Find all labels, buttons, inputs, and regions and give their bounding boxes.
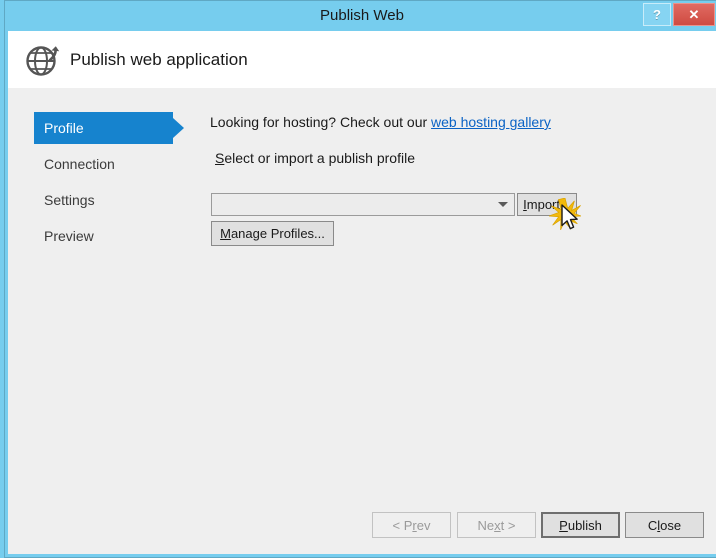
sidebar-item-profile[interactable]: Profile [8, 112, 198, 144]
close-dialog-button[interactable]: Cl ose [625, 512, 704, 538]
close-dialog-pre: C [647, 517, 658, 533]
chevron-right-icon [173, 118, 184, 138]
next-button-pre: Ne [477, 517, 495, 533]
title-bar[interactable]: Publish Web ? ✕ [4, 0, 716, 31]
sidebar-item-label: Preview [44, 228, 94, 244]
hosting-prompt: Looking for hosting? Check out our web h… [210, 114, 551, 130]
next-button-post: t > [500, 517, 516, 533]
publish-button-accel: P [559, 517, 568, 533]
globe-upload-icon [23, 39, 65, 81]
window-title: Publish Web [320, 7, 404, 24]
title-bar-buttons: ? ✕ [643, 3, 715, 26]
sidebar-item-preview[interactable]: Preview [8, 220, 198, 252]
publish-web-dialog: Publish Web ? ✕ Publish web application [0, 0, 716, 558]
select-profile-label-rest: elect or import a publish profile [224, 150, 415, 166]
wizard-nav: Profile Connection Settings Preview [8, 112, 198, 256]
close-window-button[interactable]: ✕ [673, 3, 715, 26]
sidebar-item-label: Connection [44, 156, 115, 172]
manage-profiles-button[interactable]: Manage Profiles... [211, 221, 334, 246]
manage-profiles-accel: M [220, 226, 231, 241]
dialog-footer: < Pr ev Ne x t > Publish Cl ose [8, 512, 716, 538]
prev-button[interactable]: < Pr ev [372, 512, 451, 538]
manage-profiles-label: anage Profiles... [230, 226, 325, 241]
hosting-prompt-text: Looking for hosting? Check out our [210, 114, 432, 130]
chevron-down-icon[interactable] [498, 202, 508, 207]
page-title: Publish web application [70, 50, 248, 69]
next-button[interactable]: Ne x t > [457, 512, 536, 538]
dialog-header: Publish web application [8, 31, 716, 88]
sidebar-item-label: Settings [44, 192, 95, 208]
help-icon-button[interactable]: ? [643, 3, 671, 26]
select-profile-label: Select or import a publish profile [215, 150, 415, 166]
close-dialog-post: ose [660, 517, 682, 533]
select-profile-label-accel: S [215, 150, 225, 166]
dialog-body: Profile Connection Settings Preview Look… [8, 88, 716, 554]
sidebar-item-connection[interactable]: Connection [8, 148, 198, 180]
import-button[interactable]: Import... [517, 193, 577, 216]
sidebar-item-settings[interactable]: Settings [8, 184, 198, 216]
prev-button-pre: < P [392, 517, 413, 533]
import-button-label: mport... [526, 197, 571, 212]
prev-button-post: ev [416, 517, 431, 533]
publish-profile-dropdown[interactable] [211, 193, 515, 216]
publish-button-post: ublish [567, 517, 602, 533]
web-hosting-gallery-link[interactable]: web hosting gallery [431, 114, 551, 130]
publish-button[interactable]: Publish [541, 512, 620, 538]
sidebar-item-label: Profile [44, 120, 84, 136]
